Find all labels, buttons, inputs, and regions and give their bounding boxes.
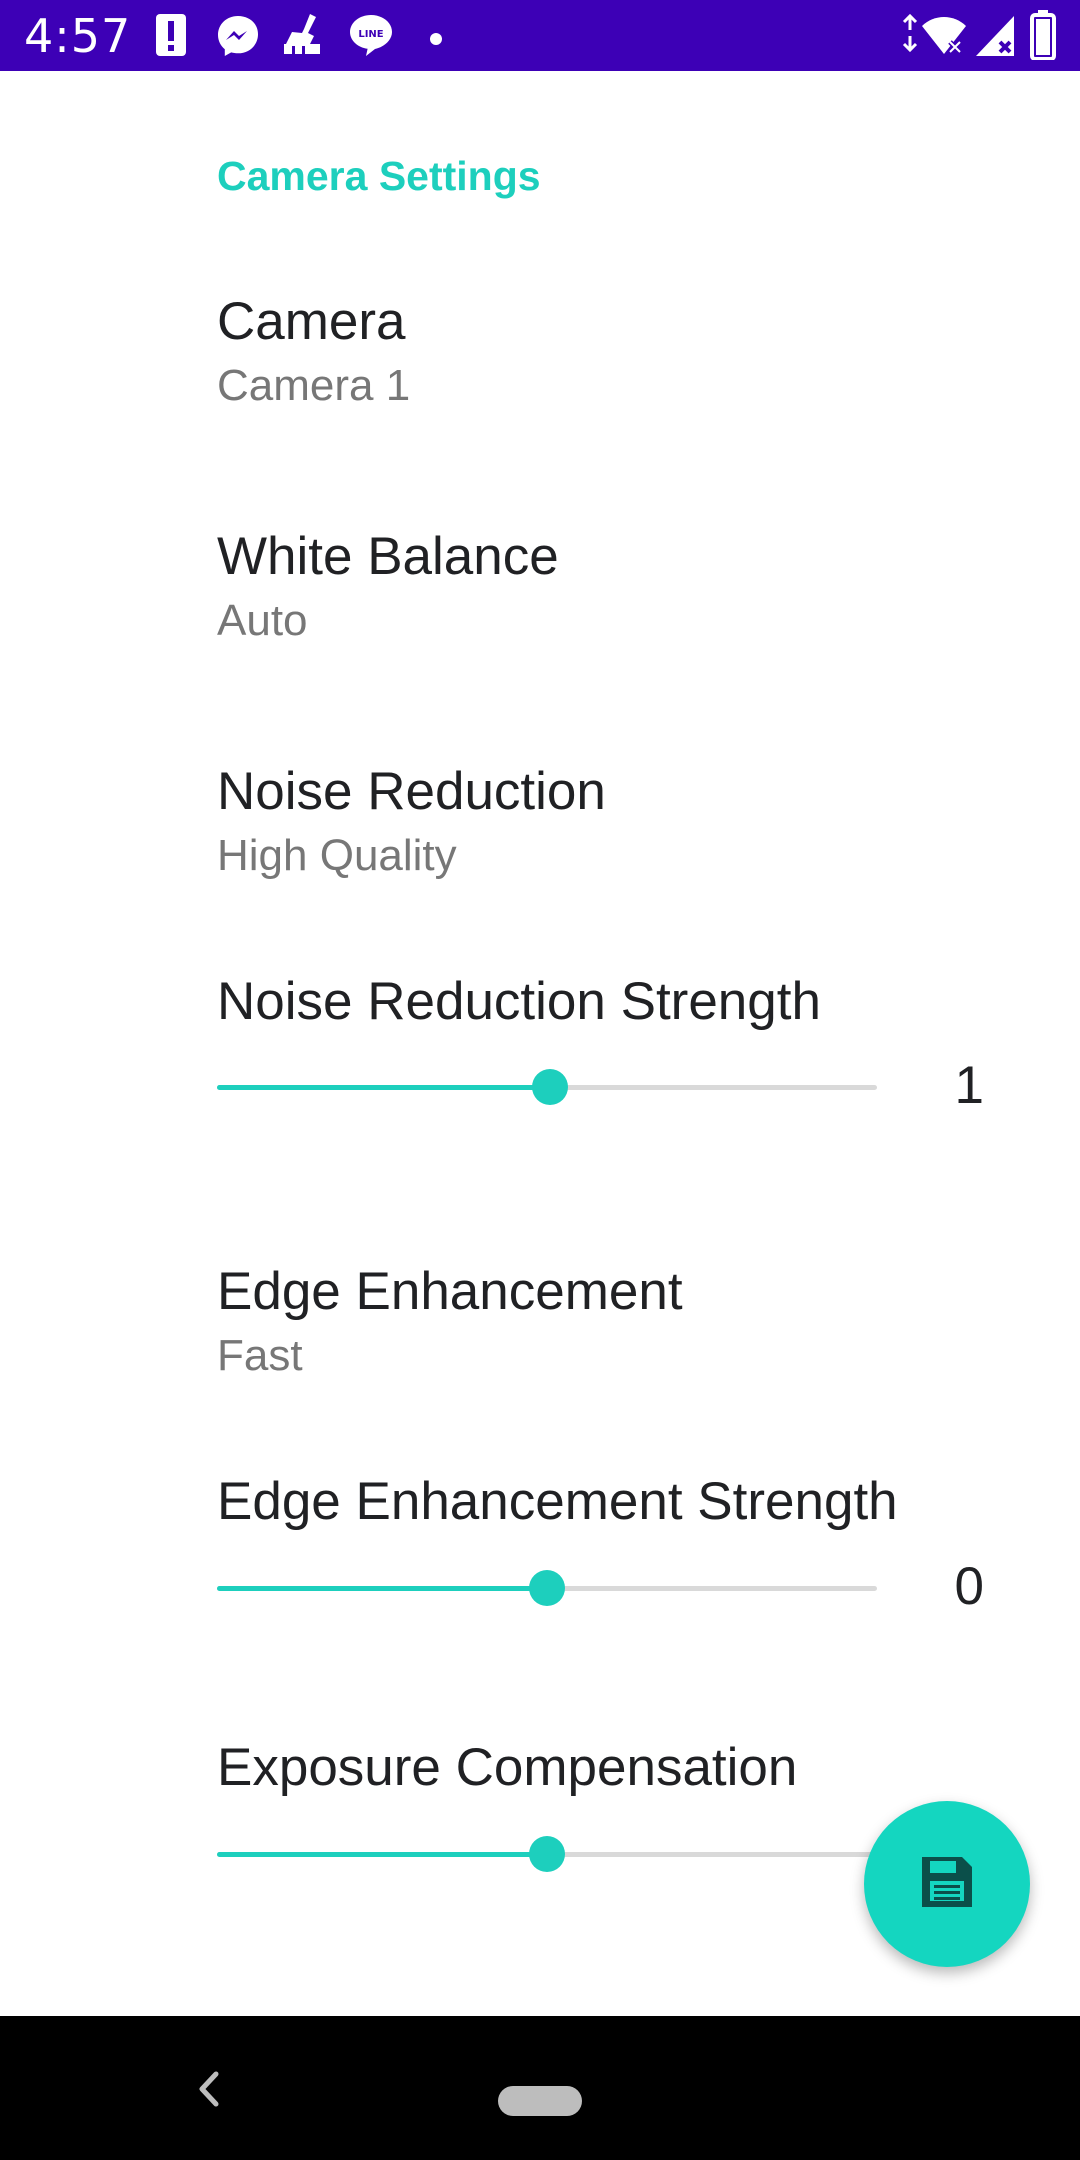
signal-icon bbox=[974, 14, 1016, 62]
navigation-bar bbox=[0, 2016, 1080, 2160]
alert-icon bbox=[156, 14, 186, 60]
messenger-icon bbox=[216, 14, 260, 62]
section-header: Camera Settings bbox=[217, 153, 541, 199]
back-icon[interactable] bbox=[190, 2064, 226, 2118]
camera-summary: Camera 1 bbox=[217, 361, 411, 410]
edge-enhancement-strength-value: 0 bbox=[954, 1557, 984, 1616]
slider-fill bbox=[217, 1085, 550, 1090]
save-icon bbox=[918, 1853, 976, 1915]
exposure-compensation-slider[interactable] bbox=[217, 1834, 877, 1874]
line-icon: LINE bbox=[348, 12, 394, 62]
wifi-icon bbox=[900, 13, 966, 62]
noise-reduction-strength-slider[interactable] bbox=[217, 1067, 877, 1107]
white-balance-title: White Balance bbox=[217, 527, 559, 586]
slider-thumb[interactable] bbox=[529, 1570, 565, 1606]
edge-enhancement-strength-slider[interactable] bbox=[217, 1568, 877, 1608]
noise-reduction-title: Noise Reduction bbox=[217, 762, 606, 821]
slider-thumb[interactable] bbox=[529, 1836, 565, 1872]
dot-icon bbox=[430, 30, 442, 49]
slider-fill bbox=[217, 1852, 547, 1857]
battery-icon bbox=[1030, 10, 1056, 64]
slider-fill bbox=[217, 1586, 547, 1591]
exposure-compensation-title: Exposure Compensation bbox=[217, 1738, 798, 1797]
settings-list[interactable]: Camera Settings Camera Camera Camera 1 W… bbox=[0, 71, 1080, 2016]
noise-reduction-strength-title: Noise Reduction Strength bbox=[217, 972, 821, 1031]
noise-reduction-summary: High Quality bbox=[217, 831, 457, 880]
camera-preference[interactable] bbox=[0, 271, 1080, 507]
cleaner-icon bbox=[280, 12, 326, 62]
camera-label: Camera bbox=[217, 292, 406, 351]
edge-enhancement-title: Edge Enhancement bbox=[217, 1262, 683, 1321]
noise-reduction-strength-value: 1 bbox=[954, 1056, 984, 1115]
home-button[interactable] bbox=[498, 2086, 582, 2116]
edge-enhancement-strength-title: Edge Enhancement Strength bbox=[217, 1472, 898, 1531]
slider-thumb[interactable] bbox=[532, 1069, 568, 1105]
white-balance-summary: Auto bbox=[217, 596, 308, 645]
edge-enhancement-summary: Fast bbox=[217, 1331, 303, 1380]
save-fab-button[interactable] bbox=[864, 1801, 1030, 1967]
status-bar: 4:57 LINE bbox=[0, 0, 1080, 71]
status-time: 4:57 bbox=[24, 9, 132, 63]
svg-text:LINE: LINE bbox=[358, 29, 383, 40]
